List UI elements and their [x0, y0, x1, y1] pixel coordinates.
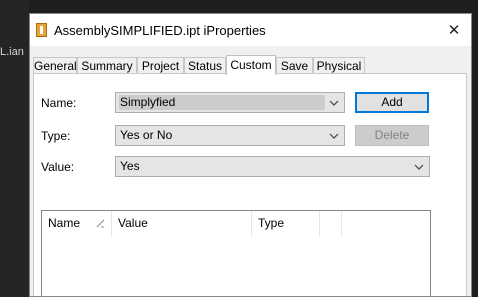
close-icon[interactable]: ✕: [437, 14, 471, 46]
column-header-extra[interactable]: [320, 211, 342, 236]
custom-properties-table[interactable]: Name Value Type: [41, 210, 431, 296]
name-value: Simplyfied: [119, 95, 325, 110]
table-header: Name Value Type: [42, 211, 430, 236]
add-button[interactable]: Add: [355, 92, 429, 113]
tab-summary[interactable]: Summary: [77, 57, 137, 74]
background-editor-strip: [0, 0, 29, 297]
tab-status[interactable]: Status: [184, 57, 226, 74]
delete-button[interactable]: Delete: [355, 125, 429, 146]
tab-project[interactable]: Project: [137, 57, 184, 74]
value-combobox[interactable]: Yes: [115, 156, 430, 177]
column-header-value[interactable]: Value: [112, 211, 252, 236]
value-value: Yes: [120, 159, 140, 173]
chevron-down-icon[interactable]: [328, 128, 340, 143]
value-label: Value:: [41, 160, 75, 174]
type-combobox[interactable]: Yes or No: [115, 125, 345, 146]
name-combobox[interactable]: Simplyfied: [115, 92, 345, 113]
title-bar[interactable]: AssemblySIMPLIFIED.ipt iProperties ✕: [30, 14, 471, 46]
chevron-down-icon[interactable]: [328, 95, 340, 110]
name-label: Name:: [41, 96, 77, 110]
type-label: Type:: [41, 129, 71, 143]
custom-tab-panel: Name: Simplyfied Add Type: Yes or No Del…: [33, 73, 467, 296]
inventor-part-icon: [36, 23, 47, 37]
window-title: AssemblySIMPLIFIED.ipt iProperties: [54, 23, 266, 38]
background-editor-text: L.ian: [0, 46, 24, 58]
background-right-edge: [472, 0, 478, 297]
tab-general[interactable]: General: [33, 57, 77, 74]
tab-custom[interactable]: Custom: [226, 55, 276, 75]
tab-physical[interactable]: Physical: [313, 57, 365, 74]
column-header-name[interactable]: Name: [42, 211, 112, 236]
tab-save[interactable]: Save: [276, 57, 313, 74]
chevron-down-icon[interactable]: [413, 159, 425, 174]
iproperties-dialog: AssemblySIMPLIFIED.ipt iProperties ✕ Gen…: [29, 13, 472, 297]
type-value: Yes or No: [120, 128, 173, 142]
column-header-type[interactable]: Type: [252, 211, 320, 236]
sort-indicator-icon: [96, 219, 105, 228]
